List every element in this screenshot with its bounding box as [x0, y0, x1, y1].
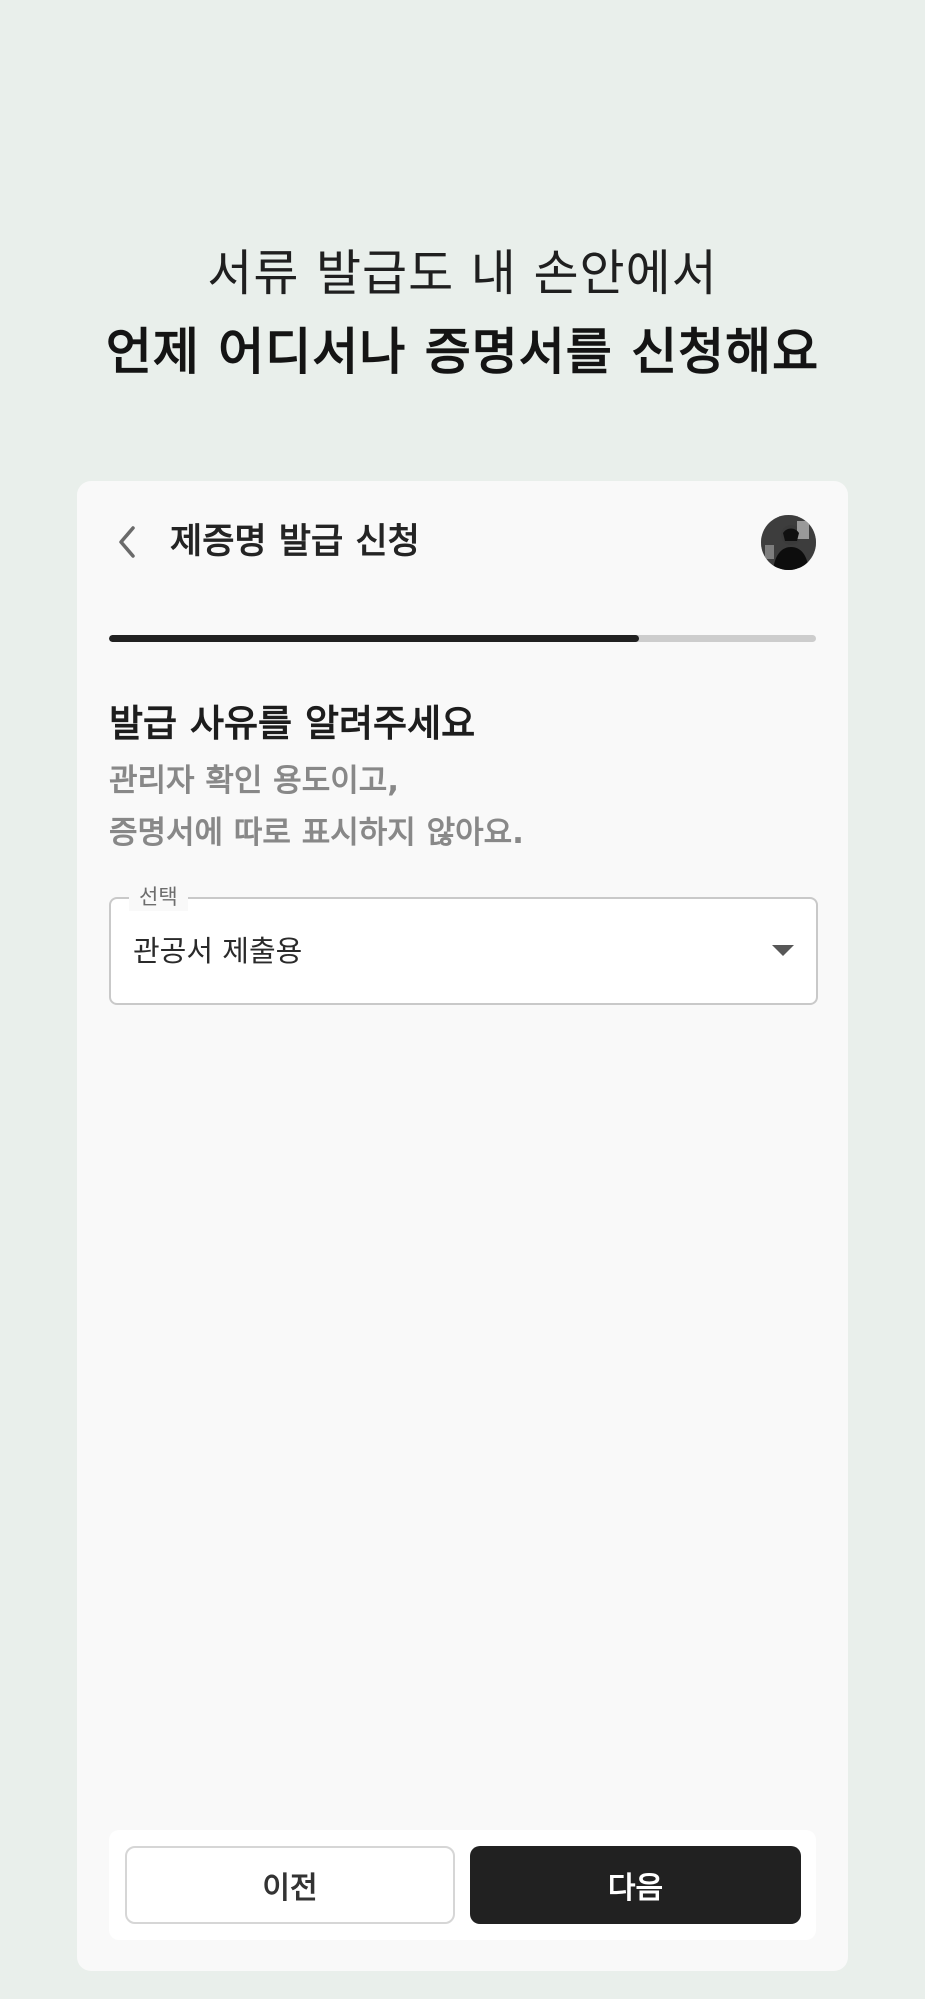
headline-line2: 언제 어디서나 증명서를 신청해요 [105, 323, 820, 381]
footer-actions: 이전 다음 [109, 1830, 816, 1940]
headline-line1: 서류 발급도 내 손안에서 [207, 245, 718, 302]
question-description-line1: 관리자 확인 용도이고, [109, 763, 400, 799]
reason-select[interactable]: 선택 관공서 제출용 [109, 883, 818, 1005]
user-avatar-icon [761, 515, 816, 570]
app-card: 제증명 발급 신청 발급 사유를 알려주세요 관리자 확인 용도이고, 증명서에… [77, 481, 848, 1971]
prev-button[interactable]: 이전 [125, 1846, 455, 1924]
caret-down-icon [772, 945, 794, 956]
progress-fill [109, 635, 640, 642]
progress-bar [109, 635, 816, 642]
next-button[interactable]: 다음 [470, 1846, 801, 1924]
select-value: 관공서 제출용 [133, 934, 303, 968]
avatar[interactable] [761, 515, 816, 570]
question-title: 발급 사유를 알려주세요 [109, 702, 476, 745]
chevron-left-icon [119, 526, 135, 558]
back-button[interactable] [107, 517, 147, 567]
page-title: 제증명 발급 신청 [170, 522, 420, 562]
question-description-line2: 증명서에 따로 표시하지 않아요. [109, 815, 524, 851]
